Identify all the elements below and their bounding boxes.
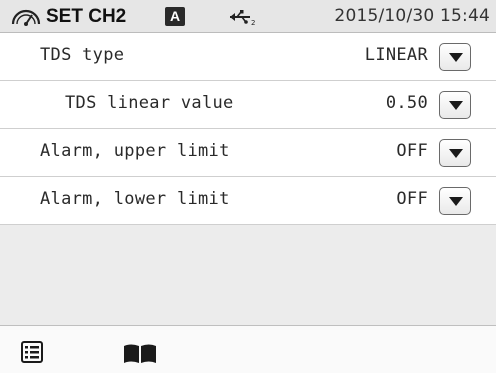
- tds-type-dropdown-button[interactable]: [439, 43, 471, 71]
- setting-value: 0.50: [385, 93, 428, 113]
- manual-book-icon[interactable]: [123, 343, 157, 363]
- list-menu-icon[interactable]: [21, 341, 43, 363]
- settings-list: TDS type LINEAR TDS linear value 0.50 Al…: [0, 33, 496, 225]
- empty-area: [0, 225, 496, 325]
- bottom-toolbar: [0, 325, 496, 373]
- svg-text:2: 2: [251, 19, 255, 26]
- setting-row-alarm-upper-limit: Alarm, upper limit OFF: [0, 129, 496, 177]
- setting-row-tds-linear-value: TDS linear value 0.50: [0, 81, 496, 129]
- setting-label: TDS linear value: [65, 93, 234, 113]
- chevron-down-icon: [449, 149, 463, 158]
- chevron-down-icon: [449, 53, 463, 62]
- setting-value: OFF: [396, 189, 428, 209]
- chevron-down-icon: [449, 101, 463, 110]
- datetime-display: 2015/10/30 15:44: [334, 6, 490, 26]
- setting-label: Alarm, upper limit: [40, 141, 230, 161]
- screen-title: SET CH2: [46, 6, 127, 27]
- setting-label: Alarm, lower limit: [40, 189, 230, 209]
- setting-label: TDS type: [40, 45, 125, 65]
- usb-icon: 2: [230, 10, 255, 26]
- alarm-upper-limit-dropdown-button[interactable]: [439, 139, 471, 167]
- mode-badge: A: [165, 7, 185, 26]
- setting-value: OFF: [396, 141, 428, 161]
- setting-value: LINEAR: [364, 45, 428, 65]
- tds-linear-value-dropdown-button[interactable]: [439, 91, 471, 119]
- gauge-icon: [11, 9, 41, 26]
- status-bar: SET CH2 A 2 2015/10/30 15:44: [0, 0, 496, 33]
- setting-row-alarm-lower-limit: Alarm, lower limit OFF: [0, 177, 496, 225]
- setting-row-tds-type: TDS type LINEAR: [0, 33, 496, 81]
- chevron-down-icon: [449, 197, 463, 206]
- alarm-lower-limit-dropdown-button[interactable]: [439, 187, 471, 215]
